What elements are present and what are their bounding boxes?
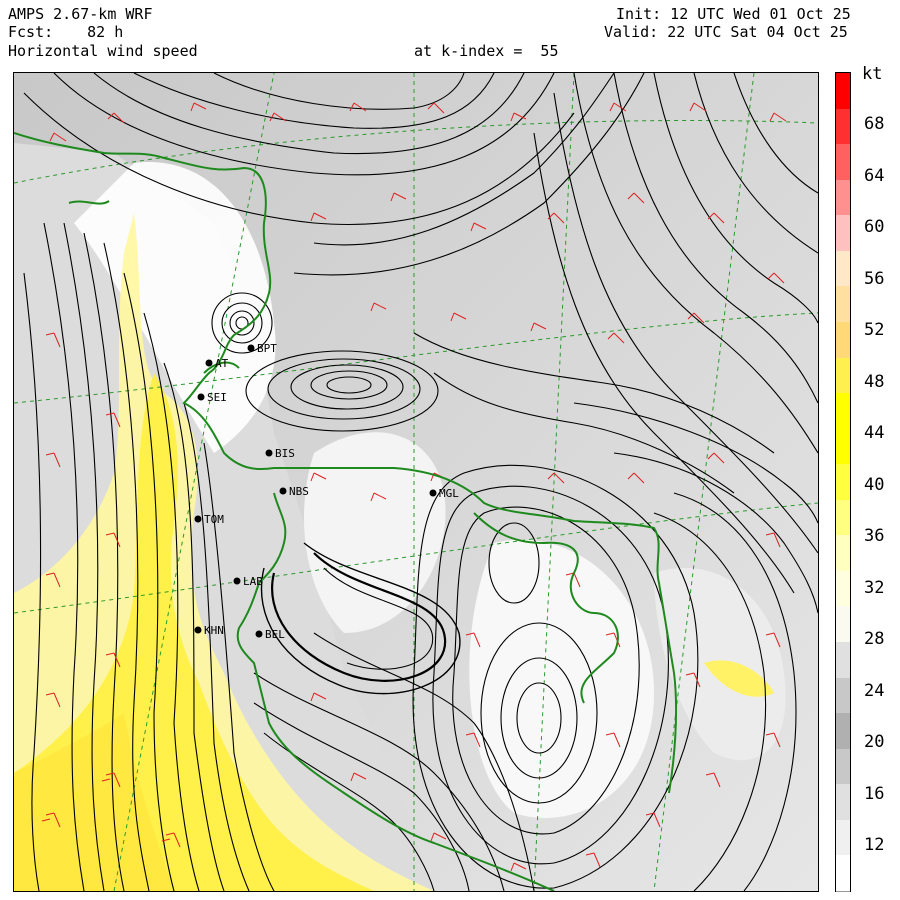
- colorbar-segment: [836, 144, 850, 182]
- colorbar-segment: [836, 855, 850, 893]
- init-time: Init: 12 UTC Wed 01 Oct 25: [616, 5, 851, 23]
- colorbar-label: 16: [864, 783, 885, 804]
- colorbar-segment: [836, 393, 850, 431]
- colorbar-segment: [836, 713, 850, 751]
- station-dot: [255, 630, 263, 638]
- colorbar-segment: [836, 73, 850, 111]
- colorbar-label: 60: [864, 217, 885, 237]
- colorbar-label: 24: [864, 680, 885, 701]
- colorbar-label: 12: [864, 835, 885, 855]
- colorbar-segment: [836, 464, 850, 502]
- colorbar-segment: [836, 179, 850, 217]
- colorbar-segment: [836, 108, 850, 146]
- colorbar-label: 56: [864, 268, 885, 289]
- station-label: BPT: [257, 342, 277, 355]
- colorbar-label: 52: [864, 320, 885, 340]
- station-label: NBS: [289, 485, 309, 498]
- colorbar-segment: [836, 250, 850, 288]
- station-dot: [205, 359, 213, 367]
- colorbar-unit: kt: [862, 64, 883, 84]
- colorbar-label: 40: [864, 474, 885, 495]
- station-label: BIS: [275, 447, 295, 460]
- fcst-hours: 82 h: [87, 23, 124, 41]
- colorbar-label: 32: [864, 577, 885, 598]
- colorbar-segment: [836, 642, 850, 680]
- level-label: at k-index = 55: [414, 42, 559, 60]
- wind-speed-map: BPT AT SEI BIS NBS MGL TOM LAB KHN BEL: [13, 72, 819, 892]
- colorbar-segment: [836, 748, 850, 786]
- colorbar-segment: [836, 570, 850, 608]
- station-label: BEL: [265, 628, 285, 641]
- colorbar-label: 44: [864, 423, 885, 443]
- station-dot: [429, 489, 437, 497]
- forecast-label: Fcst: 82 h: [8, 24, 123, 41]
- colorbar-segment: [836, 677, 850, 715]
- colorbar-label: 36: [864, 526, 885, 546]
- color-bar: [835, 72, 851, 893]
- colorbar-segment: [836, 357, 850, 395]
- model-title: AMPS 2.67-km WRF: [8, 5, 153, 23]
- colorbar-segment: [836, 215, 850, 253]
- station-label: MGL: [439, 487, 459, 500]
- station-dot: [279, 487, 287, 495]
- valid-time: Valid: 22 UTC Sat 04 Oct 25: [604, 23, 848, 41]
- station-dot: [247, 344, 255, 352]
- colorbar-segment: [836, 535, 850, 573]
- station-dot: [265, 449, 273, 457]
- station-label: TOM: [204, 513, 224, 526]
- station-label: LAB: [243, 575, 263, 588]
- colorbar-segment: [836, 499, 850, 537]
- station-dot: [194, 626, 202, 634]
- colorbar-segment: [836, 606, 850, 644]
- colorbar-segment: [836, 819, 850, 857]
- colorbar-label: 28: [864, 629, 885, 649]
- colorbar-segment: [836, 784, 850, 822]
- fcst-label: Fcst:: [8, 23, 54, 41]
- colorbar-label: 68: [864, 114, 885, 134]
- station-label: AT: [215, 357, 229, 370]
- map-svg: BPT AT SEI BIS NBS MGL TOM LAB KHN BEL: [14, 73, 818, 891]
- station-label: KHN: [204, 624, 224, 637]
- station-dot: [233, 577, 241, 585]
- colorbar-label: 20: [864, 732, 885, 752]
- station-label: SEI: [207, 391, 227, 404]
- colorbar-segment: [836, 321, 850, 360]
- station-dot: [194, 515, 202, 523]
- station-dot: [197, 393, 205, 401]
- colorbar-segment: [836, 428, 850, 466]
- field-name: Horizontal wind speed: [8, 42, 198, 60]
- colorbar-segment: [836, 286, 850, 324]
- colorbar-label: 48: [864, 371, 885, 392]
- colorbar-label: 64: [864, 165, 885, 186]
